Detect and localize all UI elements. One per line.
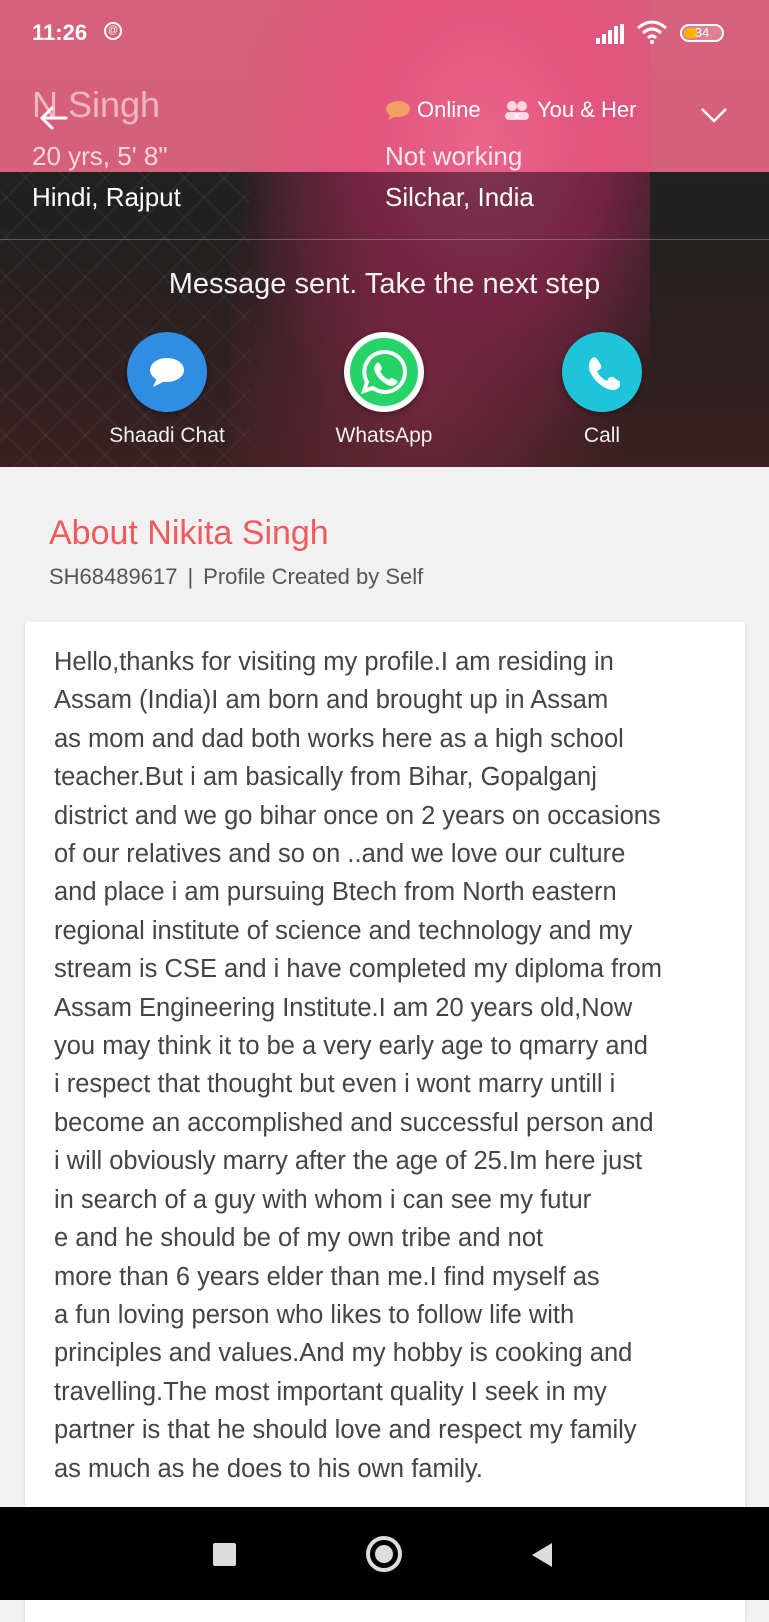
shaadi-chat-label: Shaadi Chat [109,424,225,447]
recent-apps-icon[interactable] [213,1543,236,1566]
location-pin-icon: @ [104,22,122,40]
online-status: Online [385,97,481,123]
meta-separator: | [187,564,194,589]
profile-id: SH68489617 [49,564,178,589]
call-label: Call [583,424,621,447]
signal-icon [596,24,624,44]
divider [0,239,769,240]
shaadi-chat-button[interactable]: Shaadi Chat [87,332,247,448]
you-her-label: You & Her [537,97,637,122]
about-bio: Hello,thanks for visiting my profile.I a… [54,648,662,1483]
home-icon[interactable] [366,1536,402,1572]
you-her-match[interactable]: You & Her [503,97,636,123]
online-label: Online [417,97,481,122]
work-status: Not working [385,141,523,171]
status-time: 11:26 [32,20,88,45]
status-bar: 11:26 @ 34 [0,0,769,66]
about-title: About Nikita Singh [49,514,329,552]
chevron-down-icon[interactable] [700,106,728,124]
chat-bubble-icon [127,332,207,412]
nav-back-icon[interactable] [530,1541,554,1569]
chat-bubble-icon [386,101,410,120]
whatsapp-label: WhatsApp [335,424,433,447]
battery-level: 34 [694,25,710,40]
wifi-icon [637,20,667,44]
back-arrow-icon[interactable] [34,98,74,138]
age-height: 20 yrs, 5' 8" [32,141,168,171]
battery-icon: 34 [680,24,724,42]
profile-created-by: Profile Created by Self [203,564,424,589]
profile-meta: SH68489617 | Profile Created by Self [49,564,423,590]
message-sent-text: Message sent. Take the next step [168,268,601,300]
phone-icon [562,332,642,412]
whatsapp-button[interactable]: WhatsApp [304,332,464,448]
location: Silchar, India [385,182,534,212]
whatsapp-icon [344,332,424,412]
call-button[interactable]: Call [522,332,682,448]
profile-header: 11:26 @ 34 N Singh Online You & Her 20 y… [0,0,769,467]
language-caste: Hindi, Rajput [32,182,181,212]
couple-icon [505,101,529,120]
